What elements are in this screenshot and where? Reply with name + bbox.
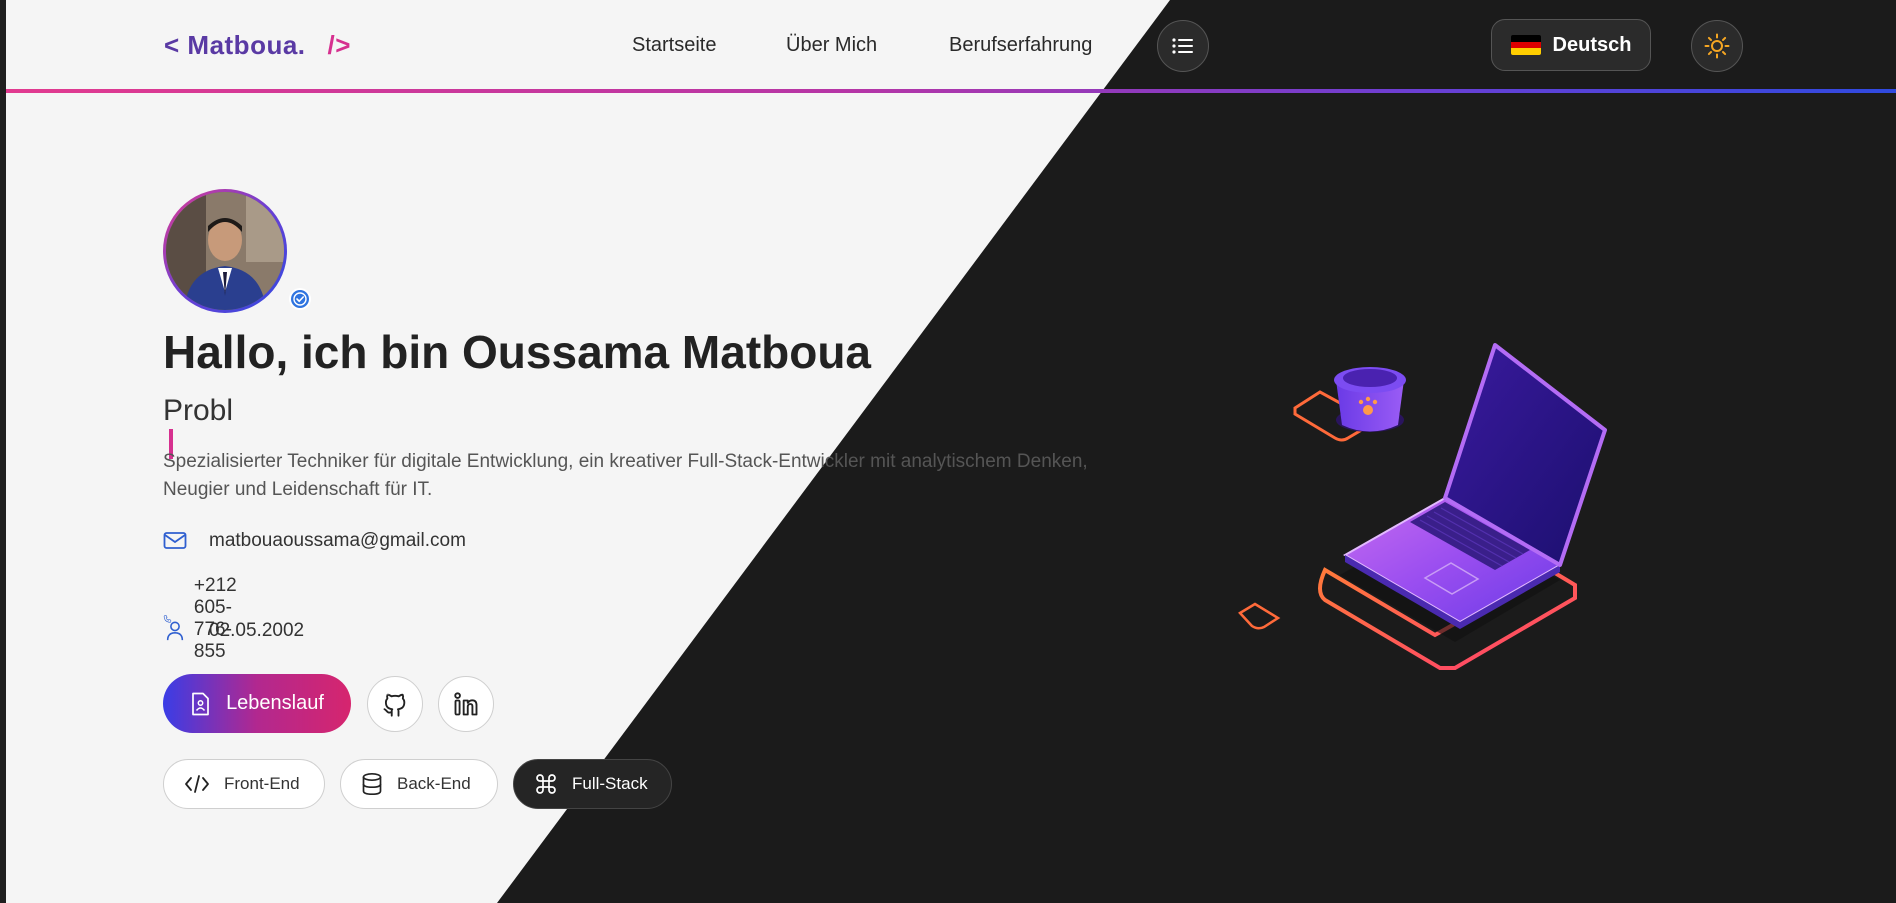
profile-photo [166,192,284,310]
github-button[interactable] [367,676,423,732]
hero-title: Hallo, ich bin Oussama Matboua [163,326,872,378]
nav-link-startseite[interactable]: Startseite [632,34,716,57]
germany-flag-icon [1510,35,1541,55]
verified-badge-icon [289,288,311,310]
nav-link-berufserfahrung[interactable]: Berufserfahrung [949,34,1092,57]
code-icon [185,775,209,793]
logo-closing-tag: /> [327,30,351,60]
site-logo[interactable]: < Matboua. /> [164,30,351,61]
contact-birthdate-text: 02.05.2002 [209,620,305,641]
menu-button[interactable] [1157,20,1209,72]
logo-text: < Matboua. [164,30,306,60]
header-gradient-divider [0,89,1896,93]
linkedin-button[interactable] [438,676,494,732]
language-switcher[interactable]: Deutsch [1491,19,1651,71]
typed-subtitle-text: Probl [163,394,234,427]
github-icon [383,693,406,717]
resume-button-label: Lebenslauf [226,692,324,714]
contact-email-text: matbouaoussama@gmail.com [209,530,466,551]
hero-description: Spezialisierter Techniker für digitale E… [163,448,1143,504]
theme-toggle-button[interactable] [1691,20,1743,72]
list-icon [1172,38,1193,54]
laptop-illustration [1238,343,1607,670]
skill-front-end[interactable]: Front-End [163,759,325,809]
sun-icon [1704,33,1730,59]
nav-link-ueber-mich[interactable]: Über Mich [786,34,877,57]
contact-email[interactable]: matbouaoussama@gmail.com [163,530,466,552]
resume-button[interactable]: Lebenslauf [163,674,351,733]
top-navigation-bar: < Matboua. /> Startseite Über Mich Berufs… [0,0,1896,90]
skill-full-stack[interactable]: Full-Stack [513,759,672,809]
contact-phone[interactable]: +212 605-776-855 [163,575,252,663]
language-label: Deutsch [1552,33,1632,56]
database-icon [362,772,382,796]
user-icon [166,621,184,641]
page: < Matboua. /> Startseite Über Mich Berufs… [0,0,1896,903]
skill-front-end-label: Front-End [224,774,300,793]
skill-back-end-label: Back-End [397,774,471,793]
avatar [163,189,287,313]
mail-icon [163,532,187,549]
linkedin-icon [454,692,478,716]
command-icon [536,774,556,794]
contact-birthdate: 02.05.2002 [163,620,304,642]
contact-phone-text: +212 605-776-855 [193,575,237,662]
skill-full-stack-label: Full-Stack [572,774,648,793]
left-edge-strip [0,0,6,903]
skill-back-end[interactable]: Back-End [340,759,498,809]
hero-description-text: Spezialisierter Techniker für digitale E… [163,451,1088,500]
document-icon [192,692,209,715]
